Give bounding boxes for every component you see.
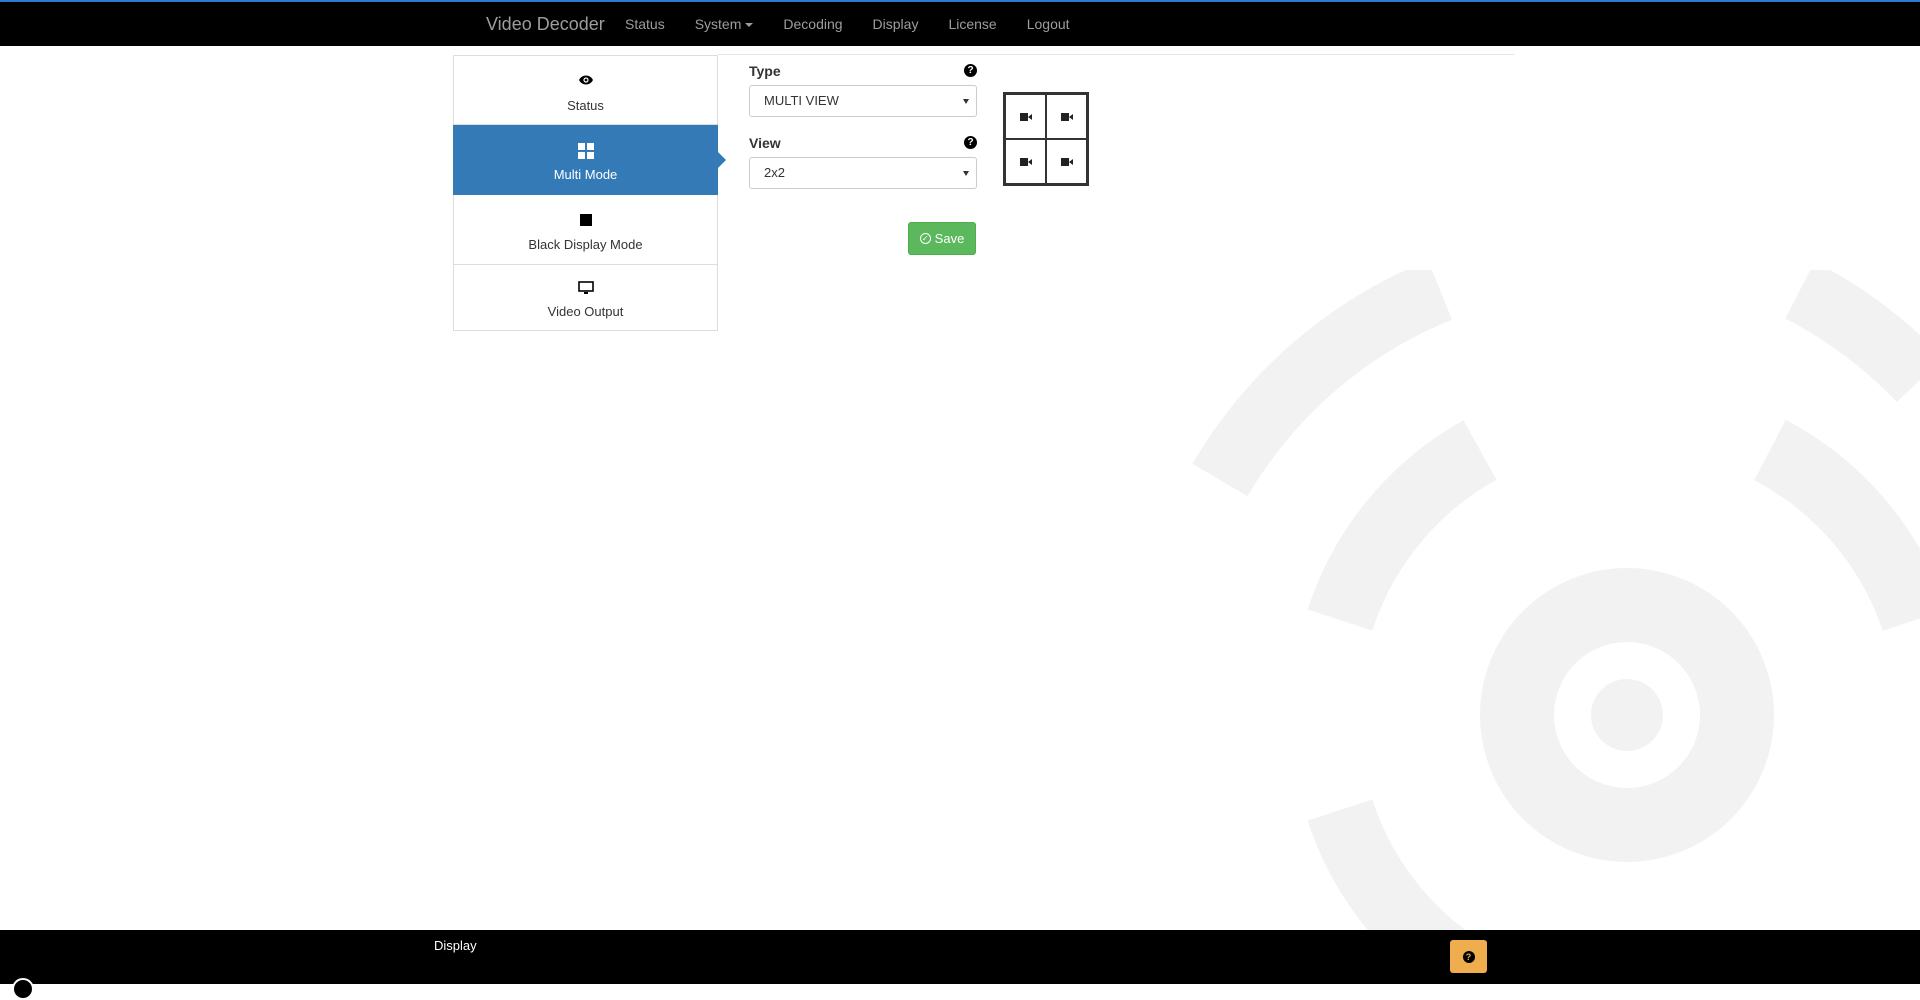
preview-cell[interactable] [1046,94,1087,139]
type-label: Type [749,63,781,79]
dropdown-arrow-icon [963,99,969,104]
background-watermark [1180,270,1920,930]
camera-icon [1060,112,1073,121]
sidebar-item-black-display-mode[interactable]: Black Display Mode [453,195,718,265]
camera-icon [1019,112,1032,121]
sidebar-item-label: Video Output [547,304,624,319]
camera-icon [1019,157,1032,166]
eye-icon [454,74,717,90]
nav-system-label: System [694,16,742,32]
logo-badge [12,978,34,1000]
nav-decoding[interactable]: Decoding [768,2,857,46]
side-menu: Status Multi Mode Black Display Mode Vid… [453,55,726,331]
sidebar-item-multi-mode[interactable]: Multi Mode [453,125,726,195]
help-icon[interactable]: ? [964,136,977,149]
preview-cell[interactable] [1005,139,1046,184]
layout-preview-2x2 [1003,92,1089,186]
sidebar-item-label: Multi Mode [553,167,618,182]
grid-icon [454,143,717,159]
save-button[interactable]: ✓ Save [908,222,976,255]
nav-logout[interactable]: Logout [1012,2,1085,46]
check-circle-icon: ✓ [919,233,931,244]
sidebar-item-label: Status [567,98,604,113]
type-field-label: Type ? [749,62,977,80]
footer-page-title: Display [434,938,477,953]
preview-cell[interactable] [1005,94,1046,139]
help-icon: ? [1462,950,1475,963]
view-select-value: 2x2 [764,165,785,180]
nav-status[interactable]: Status [610,2,680,46]
help-icon[interactable]: ? [964,64,977,77]
top-navbar: Video Decoder Status System Decoding Dis… [0,0,1920,46]
footer-help-button[interactable]: ? [1450,940,1487,973]
view-field-label: View ? [749,134,977,152]
type-select[interactable]: MULTI VIEW [749,85,977,117]
view-label: View [749,135,781,151]
preview-cell[interactable] [1046,139,1087,184]
caret-down-icon [745,23,754,28]
main-nav: Status System Decoding Display License L… [610,2,1085,46]
type-select-value: MULTI VIEW [764,93,839,108]
save-button-label: Save [934,231,965,246]
nav-display[interactable]: Display [858,2,934,46]
brand-title[interactable]: Video Decoder [486,2,605,46]
nav-system[interactable]: System [680,2,769,46]
sidebar-item-status[interactable]: Status [453,55,718,125]
sidebar-item-label: Black Display Mode [528,237,643,252]
sidebar-item-video-output[interactable]: Video Output [453,265,718,331]
monitor-icon [454,281,717,297]
dropdown-arrow-icon [963,171,969,176]
footer-bar: Display ? [0,930,1920,1000]
square-icon [454,213,717,229]
nav-license[interactable]: License [933,2,1011,46]
content-divider [718,54,1514,55]
multi-mode-form: Type ? MULTI VIEW View ? 2x2 [749,62,977,189]
camera-icon [1060,157,1073,166]
view-select[interactable]: 2x2 [749,157,977,189]
